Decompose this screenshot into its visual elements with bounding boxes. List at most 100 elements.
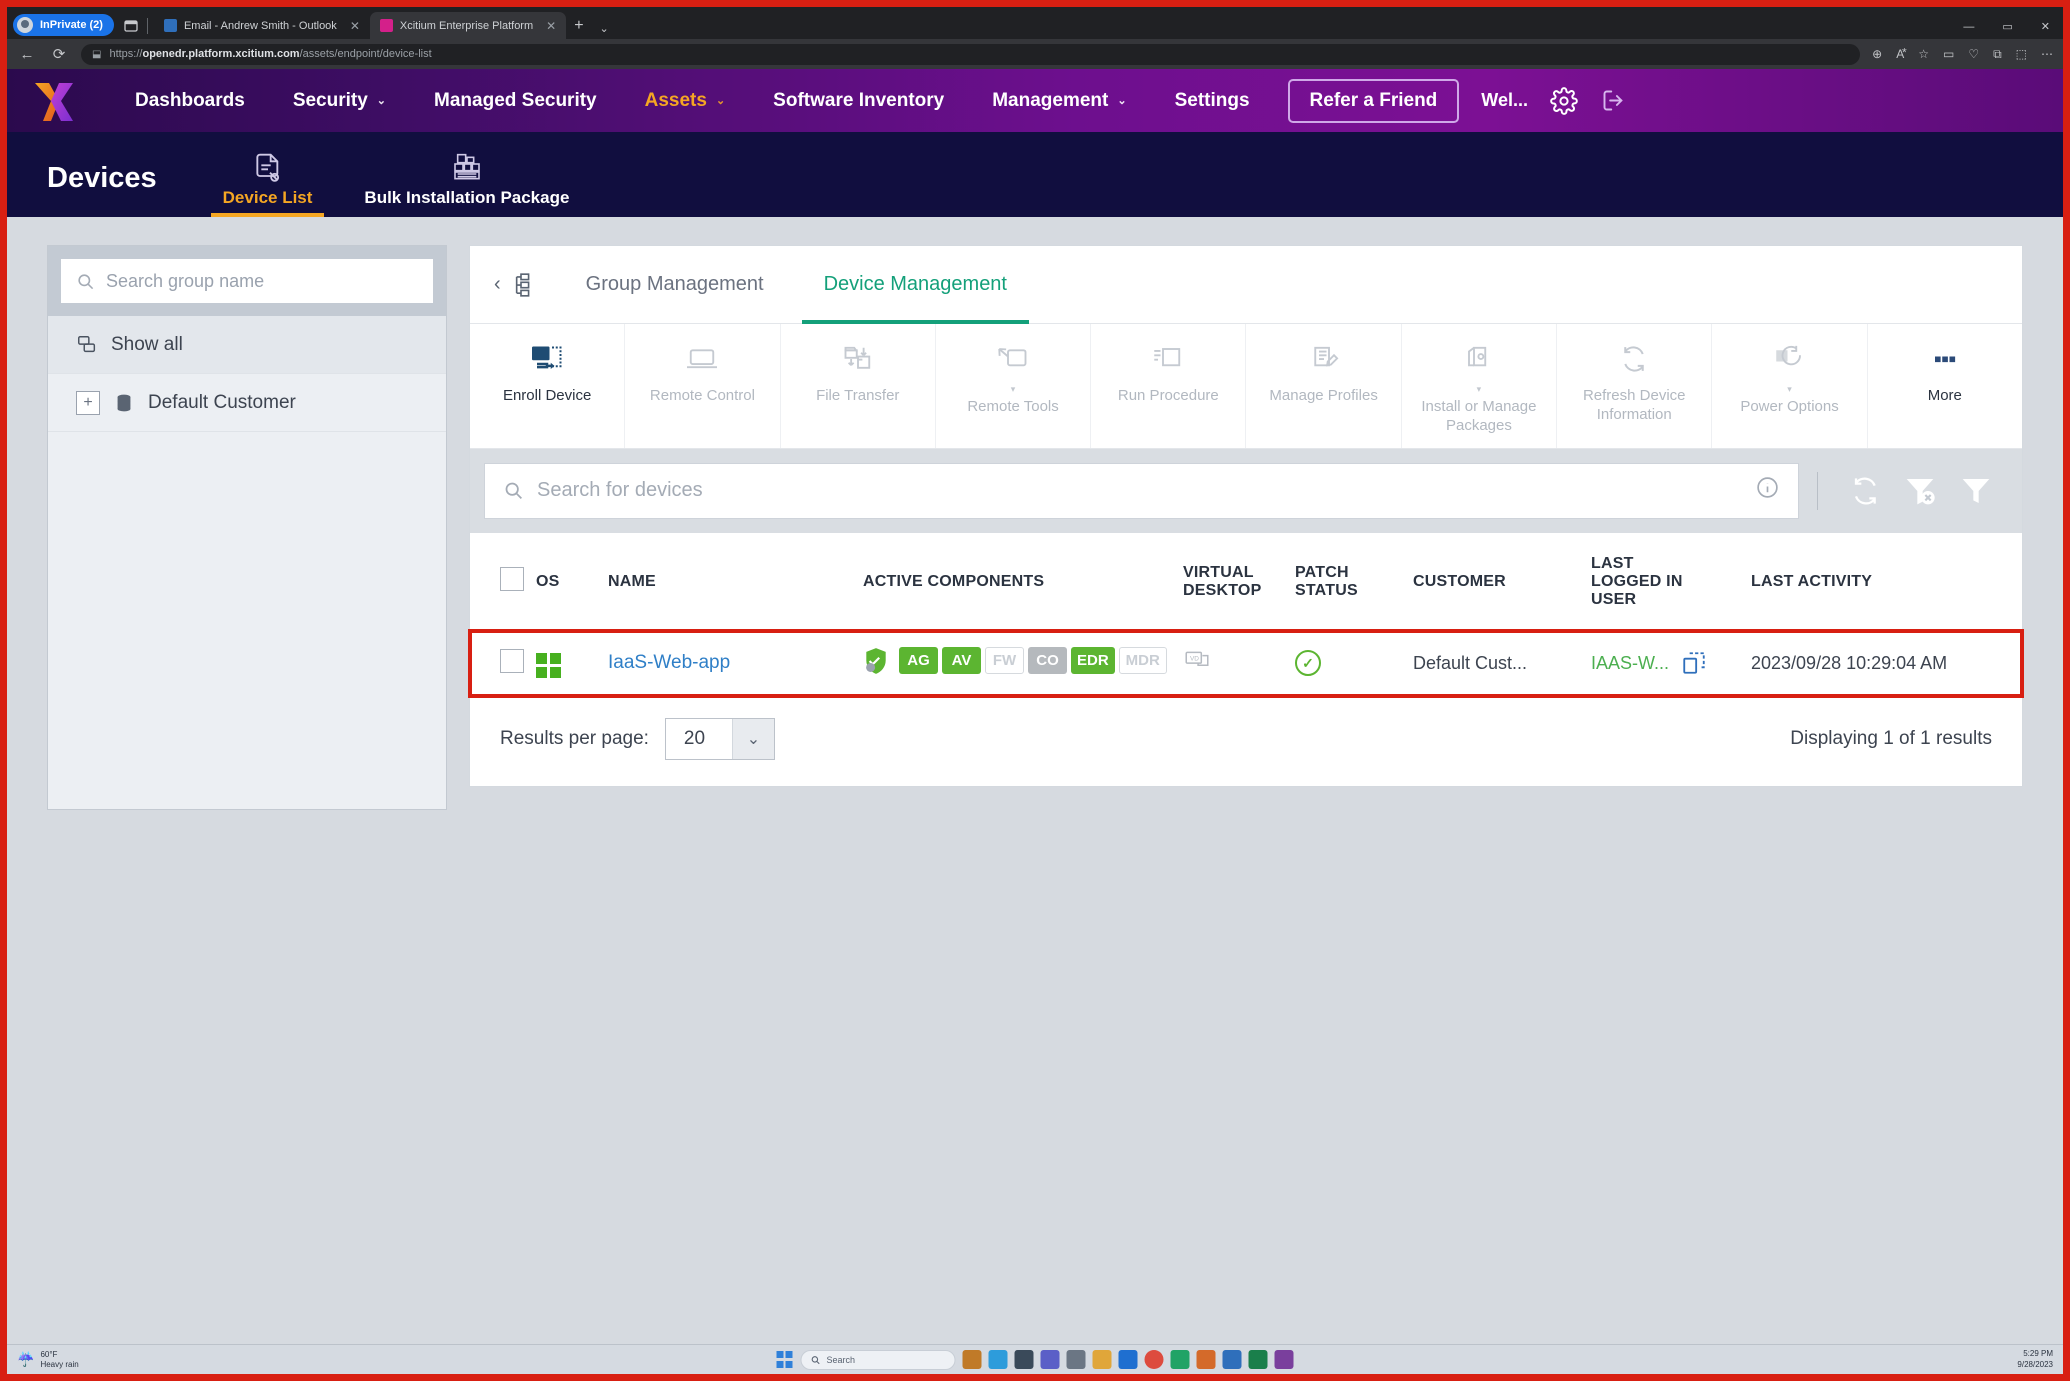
settings-more-icon[interactable]: ⋯ bbox=[2041, 47, 2053, 61]
start-button[interactable] bbox=[776, 1351, 794, 1368]
xcitium-logo-icon[interactable] bbox=[29, 79, 81, 123]
badge-edr[interactable]: EDR bbox=[1071, 647, 1115, 674]
row-checkbox[interactable] bbox=[500, 648, 524, 673]
browser-essentials-icon[interactable]: ⬚ bbox=[2016, 47, 2027, 61]
badge-co[interactable]: CO bbox=[1028, 647, 1067, 674]
sidebar-item-label: Show all bbox=[111, 333, 183, 355]
nav-assets[interactable]: Assets ⌄ bbox=[621, 90, 750, 112]
close-window-button[interactable]: ✕ bbox=[2028, 18, 2063, 35]
header-tab-device-list[interactable]: Device List bbox=[197, 152, 339, 217]
maximize-button[interactable]: ▭ bbox=[1989, 18, 2025, 35]
collapse-tree-button[interactable]: ‹ bbox=[470, 272, 556, 298]
site-info-icon[interactable]: ⬓ bbox=[92, 49, 101, 60]
badge-mdr[interactable]: MDR bbox=[1118, 647, 1167, 674]
th-last-activity[interactable]: LAST ACTIVITY bbox=[1745, 533, 2022, 631]
page-size-select[interactable]: 20 ⌄ bbox=[664, 717, 775, 760]
favorite-star-icon[interactable]: ☆ bbox=[1918, 47, 1929, 61]
taskbar-chrome[interactable] bbox=[1144, 1350, 1164, 1369]
device-name-link[interactable]: IaaS-Web-app bbox=[608, 652, 730, 673]
read-aloud-icon[interactable]: A⃰ bbox=[1896, 47, 1904, 61]
favorites-icon[interactable]: ♡ bbox=[1968, 47, 1979, 61]
badge-ag[interactable]: AG bbox=[899, 647, 938, 674]
tab-actions-icon[interactable] bbox=[120, 16, 142, 36]
nav-management[interactable]: Management ⌄ bbox=[968, 90, 1150, 112]
welcome-user-label[interactable]: Wel... bbox=[1481, 90, 1528, 111]
tab-group-management[interactable]: Group Management bbox=[556, 246, 794, 324]
badge-av[interactable]: AV bbox=[942, 647, 981, 674]
back-icon[interactable]: ← bbox=[17, 46, 37, 63]
nav-managed-security[interactable]: Managed Security bbox=[410, 90, 621, 112]
tab-device-management[interactable]: Device Management bbox=[794, 246, 1037, 324]
toolbar-remote-tools[interactable]: ▾ Remote Tools bbox=[936, 324, 1092, 448]
th-virtual-desktop[interactable]: VIRTUAL DESKTOP bbox=[1177, 533, 1289, 631]
new-tab-button[interactable]: + bbox=[566, 17, 591, 39]
nav-software-inventory[interactable]: Software Inventory bbox=[749, 90, 968, 112]
nav-settings[interactable]: Settings bbox=[1151, 90, 1274, 112]
toolbar-power-options[interactable]: ▾ Power Options bbox=[1712, 324, 1868, 448]
close-icon[interactable]: ✕ bbox=[546, 19, 556, 33]
taskbar-excel[interactable] bbox=[1248, 1350, 1268, 1369]
close-icon[interactable]: ✕ bbox=[350, 19, 360, 33]
taskbar-edge[interactable] bbox=[988, 1350, 1008, 1369]
info-icon[interactable] bbox=[1755, 475, 1780, 506]
th-customer[interactable]: CUSTOMER bbox=[1407, 533, 1585, 631]
toolbar-remote-control[interactable]: Remote Control bbox=[625, 324, 781, 448]
collections-icon[interactable]: ⧉ bbox=[1993, 47, 2002, 62]
nav-dashboards[interactable]: Dashboards bbox=[111, 90, 269, 112]
th-last-logged-in-user[interactable]: LAST LOGGED IN USER bbox=[1585, 533, 1745, 631]
header-tab-bulk-installation[interactable]: Bulk Installation Package bbox=[338, 152, 595, 217]
refer-a-friend-button[interactable]: Refer a Friend bbox=[1287, 78, 1460, 123]
table-row[interactable]: IaaS-Web-app AG AV FW CO EDR MDR VD ✓ De… bbox=[468, 628, 2024, 698]
taskbar-app-blue[interactable] bbox=[1222, 1350, 1242, 1369]
select-all-checkbox[interactable] bbox=[500, 567, 524, 591]
zoom-icon[interactable]: ⊕ bbox=[1872, 47, 1882, 61]
badge-fw[interactable]: FW bbox=[985, 647, 1024, 674]
address-bar[interactable]: ⬓ https://openedr.platform.xcitium.com/a… bbox=[81, 43, 1861, 65]
taskbar-xcitium[interactable] bbox=[1274, 1350, 1294, 1369]
ok-check-icon: ✓ bbox=[1295, 650, 1321, 676]
taskbar-clock[interactable]: 5:29 PM 9/28/2023 bbox=[2017, 1349, 2053, 1370]
th-name[interactable]: NAME bbox=[602, 533, 857, 631]
nav-security[interactable]: Security ⌄ bbox=[269, 90, 410, 112]
split-screen-icon[interactable]: ▭ bbox=[1943, 47, 1954, 61]
browser-tab-xcitium[interactable]: Xcitium Enterprise Platform ✕ bbox=[369, 12, 567, 39]
sidebar-item-default-customer[interactable]: + Default Customer bbox=[48, 374, 446, 432]
group-search-box[interactable]: Search group name bbox=[61, 259, 433, 303]
th-os[interactable]: OS bbox=[530, 533, 602, 631]
browser-tab-outlook[interactable]: Email - Andrew Smith - Outlook ✕ bbox=[154, 12, 370, 39]
taskbar-briefcase[interactable] bbox=[962, 1350, 982, 1369]
minimize-button[interactable]: — bbox=[1950, 19, 1987, 35]
logout-icon[interactable] bbox=[1600, 87, 1627, 114]
taskbar-file-explorer[interactable] bbox=[1014, 1350, 1034, 1369]
taskbar-app-green[interactable] bbox=[1170, 1350, 1190, 1369]
chevron-down-icon[interactable]: ⌄ bbox=[592, 22, 617, 39]
th-active-components[interactable]: ACTIVE COMPONENTS bbox=[857, 533, 1177, 631]
toolbar-install-packages[interactable]: ▾ Install or Manage Packages bbox=[1402, 324, 1558, 448]
toolbar-manage-profiles[interactable]: Manage Profiles bbox=[1246, 324, 1402, 448]
inprivate-badge[interactable]: InPrivate (2) bbox=[13, 14, 114, 36]
taskbar-teams[interactable] bbox=[1040, 1350, 1060, 1369]
device-search-row: Search for devices bbox=[470, 448, 2022, 533]
device-search-input[interactable]: Search for devices bbox=[484, 462, 1799, 519]
taskbar-outlook[interactable] bbox=[1118, 1350, 1138, 1369]
taskbar-folder[interactable] bbox=[1092, 1350, 1112, 1369]
toolbar-more[interactable]: More bbox=[1868, 324, 2022, 448]
reload-icon[interactable]: ⟳ bbox=[49, 45, 69, 63]
clear-filter-button[interactable] bbox=[1892, 475, 1948, 507]
sidebar-item-show-all[interactable]: Show all bbox=[48, 316, 446, 374]
last-user-link[interactable]: IAAS-W... bbox=[1591, 653, 1669, 674]
filter-button[interactable] bbox=[1948, 475, 2004, 507]
expand-icon[interactable]: + bbox=[76, 390, 100, 415]
taskbar-search[interactable]: Search bbox=[800, 1349, 956, 1370]
toolbar-file-transfer[interactable]: File Transfer bbox=[781, 324, 936, 448]
rdp-icon[interactable] bbox=[1681, 650, 1707, 676]
gear-icon[interactable] bbox=[1550, 86, 1578, 115]
taskbar-settings[interactable] bbox=[1066, 1350, 1086, 1369]
refresh-button[interactable] bbox=[1836, 475, 1892, 507]
toolbar-refresh-device-info[interactable]: Refresh Device Information bbox=[1557, 324, 1713, 448]
toolbar-enroll-device[interactable]: Enroll Device bbox=[470, 324, 626, 448]
toolbar-run-procedure[interactable]: Run Procedure bbox=[1091, 324, 1247, 448]
taskbar-app-orange[interactable] bbox=[1196, 1350, 1216, 1369]
taskbar-weather[interactable]: ☔ 60°F Heavy rain bbox=[17, 1350, 79, 1370]
th-patch-status[interactable]: PATCH STATUS bbox=[1289, 533, 1407, 631]
